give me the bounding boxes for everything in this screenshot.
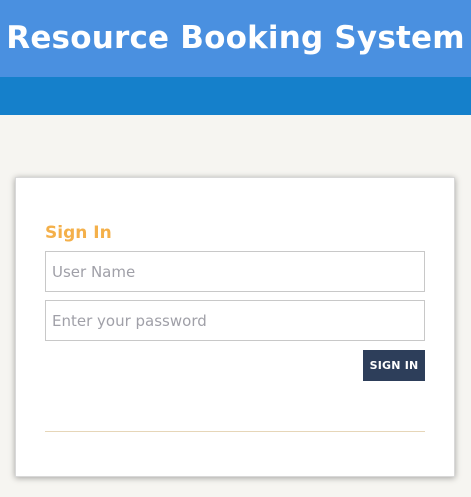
header-subbar bbox=[0, 77, 471, 115]
username-input[interactable] bbox=[45, 251, 425, 292]
login-card: Sign In SIGN IN bbox=[15, 177, 455, 477]
app-title: Resource Booking System bbox=[6, 20, 465, 56]
app-header: Resource Booking System bbox=[0, 0, 471, 77]
card-divider bbox=[45, 431, 425, 432]
signin-button[interactable]: SIGN IN bbox=[363, 350, 425, 381]
signin-heading: Sign In bbox=[45, 223, 112, 243]
password-input[interactable] bbox=[45, 300, 425, 341]
